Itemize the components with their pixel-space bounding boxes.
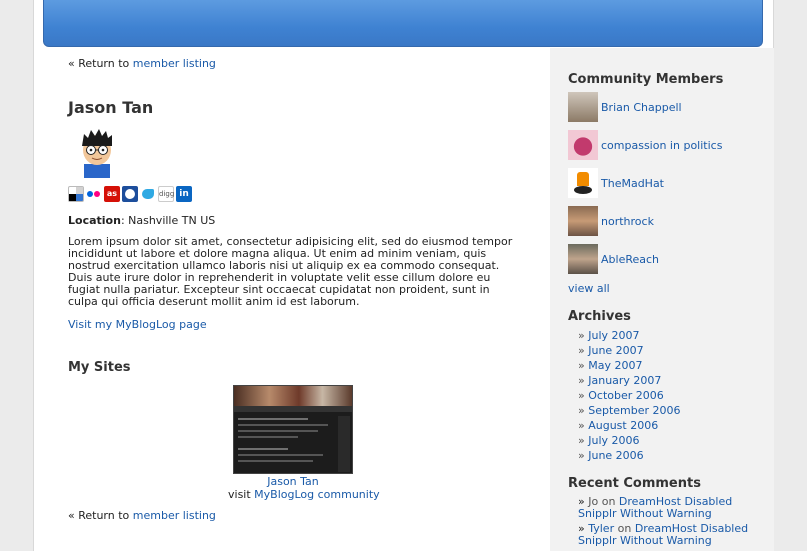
archive-link[interactable]: August 2006: [588, 419, 658, 432]
member-listing-link[interactable]: member listing: [133, 509, 216, 522]
location-label: Location: [68, 214, 121, 227]
visit-prefix: visit: [228, 488, 251, 501]
twitter-icon[interactable]: [140, 186, 156, 202]
member-item[interactable]: compassion in politics: [568, 130, 722, 160]
archive-link[interactable]: September 2006: [588, 404, 680, 417]
archive-item: » September 2006: [578, 404, 681, 417]
archive-item: » July 2007: [578, 329, 640, 342]
member-name-link[interactable]: AbleReach: [601, 253, 659, 266]
member-item[interactable]: TheMadHat: [568, 168, 664, 198]
member-listing-link[interactable]: member listing: [133, 57, 216, 70]
service-icons: as digg in: [68, 186, 192, 202]
archive-link[interactable]: January 2007: [588, 374, 661, 387]
community-link[interactable]: MyBlogLog community: [254, 488, 380, 501]
member-avatar[interactable]: [568, 130, 598, 160]
return-prefix: « Return to: [68, 57, 130, 70]
comment-item: » Tyler on DreamHost Disabled Snipplr Wi…: [578, 522, 749, 547]
recent-comments-list: » Jo on DreamHost Disabled Snipplr Witho…: [578, 496, 768, 550]
view-all-members-link[interactable]: view all: [568, 282, 610, 295]
archive-item: » June 2007: [578, 344, 644, 357]
member-avatar[interactable]: [568, 206, 598, 236]
my-sites-heading: My Sites: [68, 360, 131, 375]
myspace-icon[interactable]: [122, 186, 138, 202]
site-visit-line: visit MyBlogLog community: [228, 488, 380, 501]
sidebar: Community Members Brian Chappell compass…: [550, 48, 774, 551]
archive-item: » June 2006: [578, 449, 644, 462]
location: Location: Nashville TN US: [68, 214, 215, 227]
mybloglog-page-link[interactable]: Visit my MyBlogLog page: [68, 318, 207, 331]
linkedin-icon[interactable]: in: [176, 186, 192, 202]
archive-link[interactable]: June 2006: [588, 449, 643, 462]
recent-comments-heading: Recent Comments: [568, 476, 701, 491]
profile-bio: Lorem ipsum dolor sit amet, consectetur …: [68, 235, 513, 308]
archives-heading: Archives: [568, 309, 631, 324]
member-avatar[interactable]: [568, 168, 598, 198]
archive-item: » October 2006: [578, 389, 664, 402]
header-banner: [43, 0, 763, 47]
member-item[interactable]: northrock: [568, 206, 654, 236]
member-avatar[interactable]: [568, 92, 598, 122]
return-to-listing-bottom: « Return to member listing: [68, 509, 216, 522]
member-item[interactable]: Brian Chappell: [568, 92, 682, 122]
return-prefix: « Return to: [68, 509, 130, 522]
profile-name: Jason Tan: [68, 98, 154, 117]
archive-link[interactable]: May 2007: [588, 359, 642, 372]
site-thumbnail[interactable]: [233, 385, 353, 474]
return-to-listing-top: « Return to member listing: [68, 57, 216, 70]
delicious-icon[interactable]: [68, 186, 84, 202]
site-name-link[interactable]: Jason Tan: [228, 475, 358, 488]
archives-list: » July 2007 » June 2007 » May 2007 » Jan…: [578, 328, 681, 463]
archive-item: » January 2007: [578, 374, 662, 387]
archive-link[interactable]: June 2007: [588, 344, 643, 357]
member-name-link[interactable]: northrock: [601, 215, 654, 228]
member-name-link[interactable]: compassion in politics: [601, 139, 722, 152]
member-name-link[interactable]: Brian Chappell: [601, 101, 682, 114]
archive-item: » August 2006: [578, 419, 659, 432]
archive-link[interactable]: July 2006: [588, 434, 639, 447]
member-item[interactable]: AbleReach: [568, 244, 659, 274]
archive-link[interactable]: July 2007: [588, 329, 639, 342]
location-value: : Nashville TN US: [120, 214, 216, 227]
archive-item: » July 2006: [578, 434, 640, 447]
archive-item: » May 2007: [578, 359, 643, 372]
archive-link[interactable]: October 2006: [588, 389, 664, 402]
site-card: Jason Tan visit MyBlogLog community: [228, 385, 380, 501]
community-members-heading: Community Members: [568, 72, 724, 87]
member-avatar[interactable]: [568, 244, 598, 274]
lastfm-icon[interactable]: as: [104, 186, 120, 202]
comment-item: » Jo on DreamHost Disabled Snipplr Witho…: [578, 495, 733, 520]
member-name-link[interactable]: TheMadHat: [601, 177, 664, 190]
digg-icon[interactable]: digg: [158, 186, 174, 202]
profile-avatar: [70, 126, 124, 178]
flickr-icon[interactable]: [86, 186, 102, 202]
